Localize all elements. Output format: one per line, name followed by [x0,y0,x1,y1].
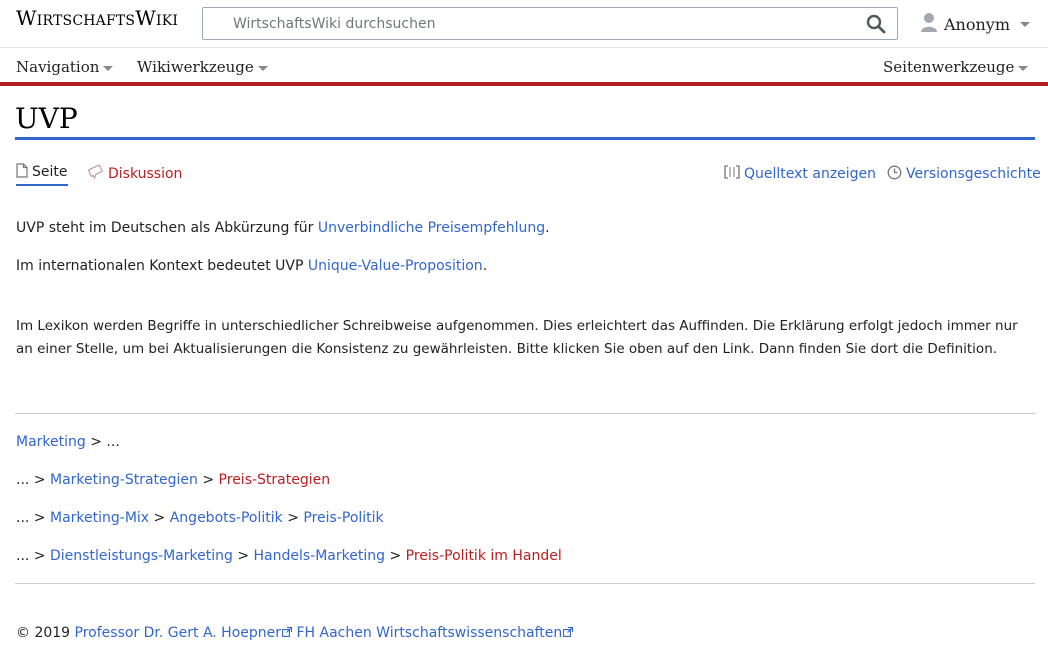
tab-quelltext[interactable]: Quelltext anzeigen [724,162,876,186]
breadcrumb: ... > Dienstleistungs-Marketing > Handel… [16,548,562,564]
page-title: UVP [15,102,78,135]
breadcrumb-ellipsis: ... [16,472,30,488]
breadcrumb-separator: > [29,548,50,564]
nav-label: Wikiwerkzeuge [137,58,254,76]
tab-label: Versionsgeschichte [906,166,1041,182]
breadcrumb-link-preis-politik[interactable]: Preis-Politik [303,510,383,526]
breadcrumb: Marketing > ... [16,434,120,450]
chevron-down-icon [1018,65,1029,71]
title-divider [15,137,1035,140]
breadcrumb: ... > Marketing-Strategien > Preis-Strat… [16,472,330,488]
tab-seite[interactable]: Seite [16,162,68,186]
chevron-down-icon [257,65,268,71]
clock-icon [887,165,902,184]
breadcrumb-separator: > [385,548,406,564]
external-link-icon [563,625,574,641]
tab-label: Quelltext anzeigen [744,166,877,182]
nav-label: Seitenwerkzeuge [883,58,1015,76]
user-icon [920,12,938,36]
search-box [202,7,898,40]
search-input[interactable] [203,8,843,39]
breadcrumb-separator: > [29,472,50,488]
paragraph-lexikon-hinweis: Im Lexikon werden Begriffe in unterschie… [16,318,1018,357]
paragraph-uvp-intl: Im internationalen Kontext bedeutet UVP … [16,255,1036,278]
logo-part: W [135,6,156,30]
nav-label: Navigation [16,58,100,76]
link-unique-value-proposition[interactable]: Unique-Value-Proposition [308,258,483,274]
tab-label: Seite [32,164,68,180]
breadcrumb-separator: > [85,434,107,450]
paragraph-text: Im internationalen Kontext bedeutet UVP [16,258,308,274]
logo-part: IKI [155,13,179,29]
external-link-icon [282,625,293,641]
breadcrumb-separator: > [149,510,170,526]
breadcrumb-link-angebots-politik[interactable]: Angebots-Politik [170,510,283,526]
footer: © 2019 Professor Dr. Gert A. Hoepner FH … [16,625,574,641]
navbar: Navigation Wikiwerkzeuge Seitenwerkzeuge [0,48,1048,86]
page-icon [16,162,28,182]
footer-link-organization[interactable]: FH Aachen Wirtschaftswissenschaften [296,625,574,641]
logo-part: W [16,6,37,30]
breadcrumb-link-preis-strategien[interactable]: Preis-Strategien [219,472,331,488]
logo-part: IRTSCHAFTS [36,13,136,29]
chevron-down-icon [103,65,114,71]
breadcrumb-link-preis-politik-im-handel[interactable]: Preis-Politik im Handel [406,548,562,564]
user-name: Anonym [944,14,1011,34]
breadcrumb-link-marketing-mix[interactable]: Marketing-Mix [50,510,149,526]
tab-diskussion[interactable]: Diskussion [87,162,183,186]
breadcrumb-separator: > [197,472,219,488]
footer-link-author[interactable]: Professor Dr. Gert A. Hoepner [75,625,293,641]
breadcrumb-ellipsis: ... [16,510,30,526]
breadcrumb-ellipsis: ... [16,548,30,564]
paragraph-text: . [482,258,488,274]
site-logo[interactable]: WIRTSCHAFTSWIKI [16,6,178,30]
link-unverbindliche-preisempfehlung[interactable]: Unverbindliche Preisempfehlung [318,220,545,236]
breadcrumb: ... > Marketing-Mix > Angebots-Politik >… [16,510,384,526]
code-icon [724,165,740,183]
tab-versionsgeschichte[interactable]: Versionsgeschichte [887,162,1041,186]
breadcrumb-separator: > [29,510,50,526]
divider [15,583,1035,584]
nav-seitenwerkzeuge-menu[interactable]: Seitenwerkzeuge [883,58,1029,76]
breadcrumb-link-marketing[interactable]: Marketing [16,434,86,450]
user-menu[interactable]: Anonym [920,10,1031,38]
site-header: WIRTSCHAFTSWIKI Anonym [0,0,1048,48]
nav-navigation-menu[interactable]: Navigation [16,58,114,76]
paragraph-text: . [545,220,550,236]
chevron-down-icon [1020,21,1031,27]
footer-link-label: FH Aachen Wirtschaftswissenschaften [296,625,563,641]
breadcrumb-separator: > [282,510,304,526]
breadcrumb-link-marketing-strategien[interactable]: Marketing-Strategien [50,472,198,488]
divider [15,413,1035,414]
nav-wikiwerkzeuge-menu[interactable]: Wikiwerkzeuge [137,58,268,76]
paragraph-text: UVP steht im Deutschen als Abkürzung für [16,220,318,236]
breadcrumb-link-dienstleistungs-marketing[interactable]: Dienstleistungs-Marketing [50,548,233,564]
breadcrumb-ellipsis: ... [106,434,120,450]
breadcrumb-link-handels-marketing[interactable]: Handels-Marketing [254,548,386,564]
paragraph-uvp-de: UVP steht im Deutschen als Abkürzung für… [16,217,1036,240]
breadcrumb-separator: > [232,548,254,564]
talk-icon [87,164,104,183]
footer-link-label: Professor Dr. Gert A. Hoepner [74,625,282,641]
copyright-text: © 2019 [16,625,75,641]
search-icon[interactable] [861,11,891,37]
tab-label: Diskussion [108,166,183,182]
